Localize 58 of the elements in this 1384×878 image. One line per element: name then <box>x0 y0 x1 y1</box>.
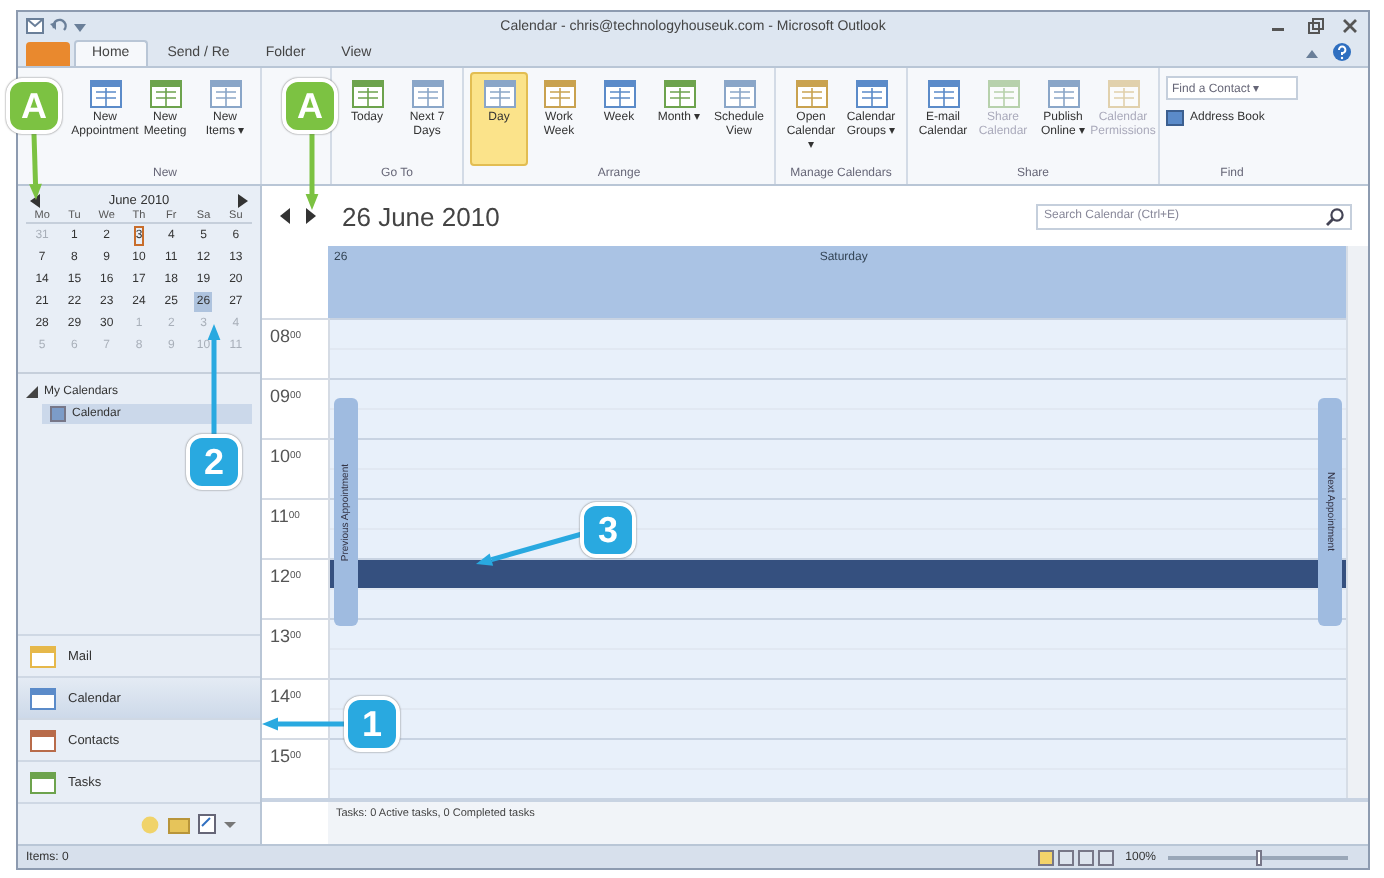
grid-icon <box>927 80 959 108</box>
checkbox-icon[interactable] <box>50 406 66 422</box>
folder-icon[interactable] <box>168 815 190 833</box>
chevron-icon[interactable] <box>224 818 236 830</box>
next-month-icon[interactable] <box>236 194 248 208</box>
time-label: 13$^{00}$ <box>270 626 302 646</box>
grid-icon <box>351 80 383 108</box>
selected-time-slot[interactable] <box>330 558 1346 588</box>
back-arrow-icon[interactable] <box>278 208 292 224</box>
search-icon[interactable] <box>1326 207 1344 225</box>
zoom-slider-thumb[interactable] <box>1256 849 1262 865</box>
scroll-bar[interactable] <box>1346 318 1368 798</box>
forward-arrow-icon[interactable] <box>304 208 318 224</box>
tile-icon <box>30 771 56 793</box>
undo-icon[interactable] <box>50 18 68 34</box>
dropdown-icon[interactable] <box>74 18 86 34</box>
full-view-icon[interactable] <box>1097 849 1114 865</box>
caret-up-icon[interactable] <box>1304 46 1320 62</box>
grid-icon <box>483 80 515 108</box>
time-label: 09$^{00}$ <box>270 386 302 406</box>
collapse-icon[interactable] <box>26 386 38 398</box>
grid-icon <box>855 80 887 108</box>
tile-icon <box>30 687 56 709</box>
tile-icon <box>30 729 56 751</box>
compact-view-icon[interactable] <box>1077 849 1094 865</box>
callout-badge: 3 <box>580 502 636 558</box>
grid-icon <box>1107 80 1139 108</box>
help-icon[interactable] <box>1332 42 1352 62</box>
reading-view-icon[interactable] <box>1057 849 1074 865</box>
normal-view-icon[interactable] <box>1037 849 1054 865</box>
grid-icon <box>663 80 695 108</box>
grid-icon <box>987 80 1019 108</box>
date-title: 26 June 2010 <box>342 201 500 231</box>
grid-icon <box>1047 80 1079 108</box>
callout-badge: A <box>6 78 62 134</box>
grid-icon <box>603 80 635 108</box>
close-icon[interactable] <box>1340 18 1360 34</box>
time-label: 14$^{00}$ <box>270 686 302 706</box>
time-label: 15$^{00}$ <box>270 746 302 766</box>
grid-icon <box>543 80 575 108</box>
grid-icon <box>149 80 181 108</box>
time-label: 10$^{00}$ <box>270 446 302 466</box>
previous-month-icon[interactable] <box>30 194 42 208</box>
grid-icon <box>209 80 241 108</box>
restore-icon[interactable] <box>1304 18 1324 34</box>
grid-icon <box>795 80 827 108</box>
grid-icon <box>411 80 443 108</box>
scroll-bar[interactable] <box>1346 246 1368 318</box>
grid-icon <box>723 80 755 108</box>
envelope-icon[interactable] <box>26 18 44 34</box>
time-label: 12$^{00}$ <box>270 566 302 586</box>
tile-icon <box>30 645 56 667</box>
time-label: 08$^{00}$ <box>270 326 302 346</box>
grid-icon <box>89 80 121 108</box>
callout-badge: 1 <box>344 696 400 752</box>
callout-badge: 2 <box>186 434 242 490</box>
callout-badge: A <box>282 78 338 134</box>
time-label: 11$^{00}$ <box>270 506 300 526</box>
